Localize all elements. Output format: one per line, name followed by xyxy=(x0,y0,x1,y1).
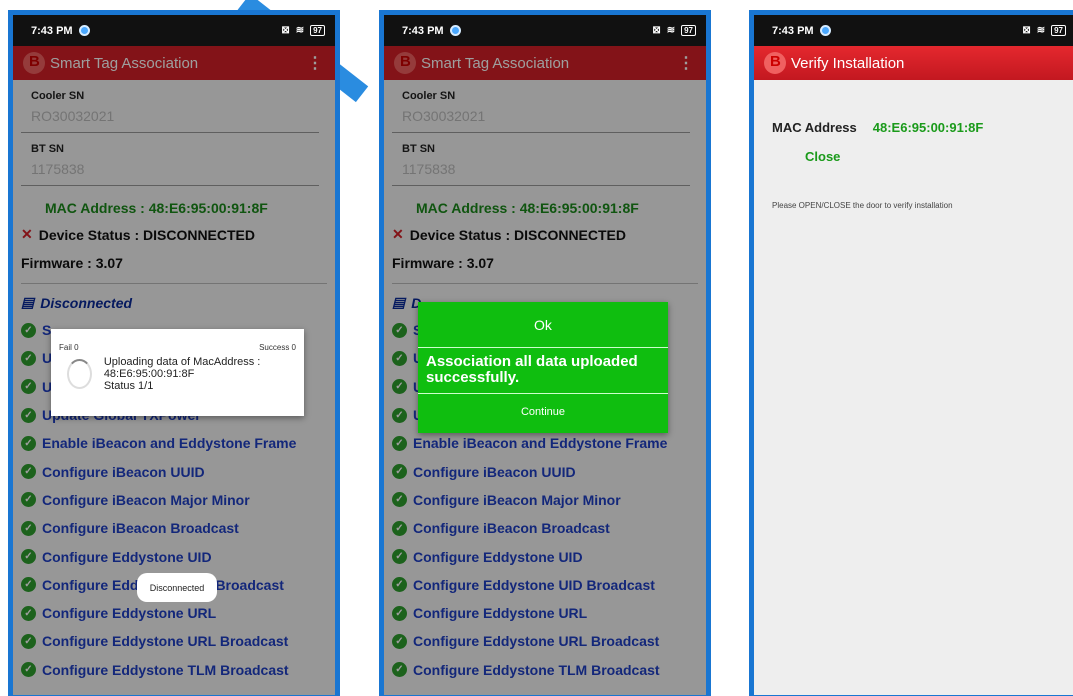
wifi-icon: ≋ xyxy=(666,25,676,36)
status-icons: ⊠ ≋ 97 xyxy=(652,25,696,36)
spinner-icon xyxy=(67,359,92,389)
progress-row: Uploading data of MacAddress : 48:E6:95:… xyxy=(51,352,304,392)
mac-label: MAC Address xyxy=(772,120,857,135)
page-title: Verify Installation xyxy=(791,54,905,72)
status-time: 7:43 PM xyxy=(402,24,444,37)
upload-status: Status 1/1 xyxy=(103,380,154,392)
sim-icon: ⊠ xyxy=(1022,25,1031,36)
app-bar: Verify Installation xyxy=(754,46,1073,80)
wifi-icon: ≋ xyxy=(1036,25,1046,36)
battery-icon: 97 xyxy=(681,25,696,36)
sim-icon: ⊠ xyxy=(652,25,661,36)
battery-icon: 97 xyxy=(310,25,325,36)
status-icons: ⊠ ≋ 97 xyxy=(281,25,325,36)
status-time: 7:43 PM xyxy=(772,24,814,37)
success-message: Association all data uploaded successful… xyxy=(418,348,668,394)
status-time: 7:43 PM xyxy=(31,24,73,37)
mac-row: MAC Address 48:E6:95:00:91:8F xyxy=(772,120,1073,135)
success-count: Success 0 xyxy=(259,343,296,352)
status-bar: 7:43 PM ⊠ ≋ 97 xyxy=(13,15,335,46)
mac-value: 48:E6:95:00:91:8F xyxy=(872,120,984,135)
progress-message: Uploading data of MacAddress : 48:E6:95:… xyxy=(104,356,304,392)
sim-icon: ⊠ xyxy=(281,25,290,36)
door-state: Close xyxy=(805,149,841,164)
fail-count: Fail 0 xyxy=(59,343,79,352)
page: 7:43 PM ⊠ ≋ 97 Smart Tag Association ⋮ C… xyxy=(0,0,1073,696)
success-dialog: Ok Association all data uploaded success… xyxy=(418,302,668,433)
wifi-icon: ≋ xyxy=(295,25,305,36)
verify-hint: Please OPEN/CLOSE the door to verify ins… xyxy=(772,201,953,210)
app-notification-icon xyxy=(78,25,90,36)
status-icons: ⊠ ≋ 97 xyxy=(1022,25,1066,36)
app-logo-icon xyxy=(764,52,786,74)
status-bar: 7:43 PM ⊠ ≋ 97 xyxy=(754,15,1073,46)
phone-screen-3: 7:43 PM ⊠ ≋ 97 Verify Installation MAC A… xyxy=(749,10,1073,696)
phone-screen-1: 7:43 PM ⊠ ≋ 97 Smart Tag Association ⋮ C… xyxy=(8,10,340,696)
app-notification-icon xyxy=(449,25,461,36)
phone-screen-2: 7:43 PM ⊠ ≋ 97 Smart Tag Association ⋮ C… xyxy=(379,10,711,696)
counts-row: Fail 0 Success 0 xyxy=(51,329,304,352)
upload-message: Uploading data of MacAddress : 48:E6:95:… xyxy=(103,356,261,380)
ok-button[interactable]: Ok xyxy=(418,302,668,348)
disconnected-toast: Disconnected xyxy=(137,573,217,602)
battery-icon: 97 xyxy=(1051,25,1066,36)
app-notification-icon xyxy=(819,25,831,36)
upload-progress-dialog: Fail 0 Success 0 Uploading data of MacAd… xyxy=(51,329,304,416)
status-bar: 7:43 PM ⊠ ≋ 97 xyxy=(384,15,706,46)
continue-button[interactable]: Continue xyxy=(418,394,668,418)
verify-body: MAC Address 48:E6:95:00:91:8F Close Plea… xyxy=(754,80,1073,695)
